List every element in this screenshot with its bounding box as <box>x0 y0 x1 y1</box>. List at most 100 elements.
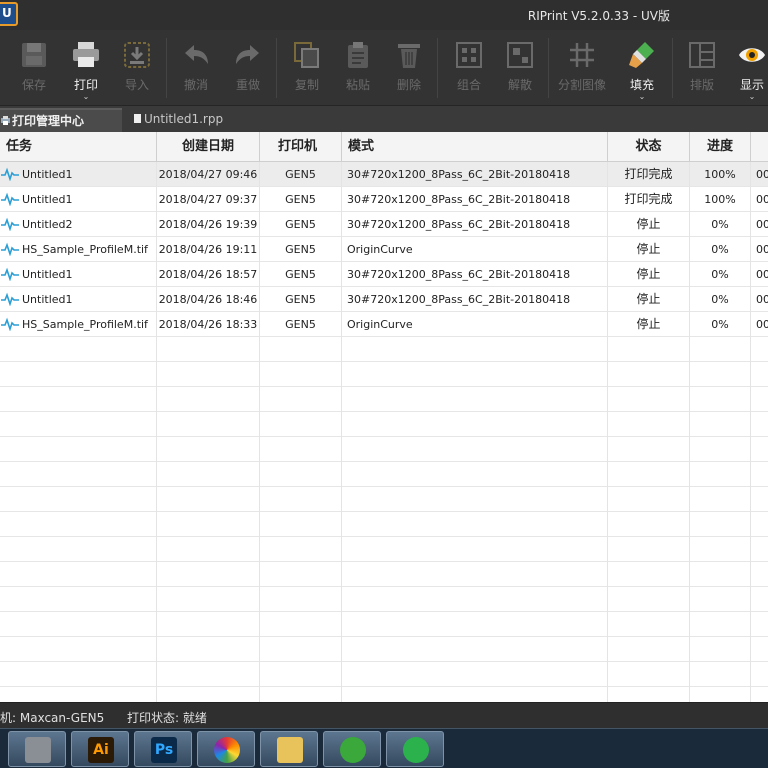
table-row[interactable]: Untitled2 2018/04/26 19:39 GEN5 30#720x1200… <box>0 212 768 237</box>
empty-row <box>0 562 768 587</box>
mode-cell <box>342 487 608 512</box>
waveform-icon <box>1 317 19 331</box>
copy-button[interactable]: 复制 <box>281 36 333 102</box>
table-row[interactable]: HS_Sample_ProfileM.tif 2018/04/26 18:33 GE… <box>0 312 768 337</box>
ungroup-button[interactable]: 解散 <box>494 36 546 102</box>
status-cell: 停止 <box>608 287 690 312</box>
table-row[interactable]: Untitled1 2018/04/26 18:46 GEN5 30#720x1200… <box>0 287 768 312</box>
progress-cell <box>690 687 751 702</box>
empty-row <box>0 612 768 637</box>
taskbar-illustrator-button[interactable]: Ai <box>71 731 129 767</box>
paste-button[interactable]: 粘贴 <box>332 36 384 102</box>
empty-row <box>0 362 768 387</box>
printer-cell <box>260 537 342 562</box>
date-cell <box>157 512 260 537</box>
status-cell <box>608 562 690 587</box>
display-button[interactable]: 显示 ⌄ <box>726 36 768 102</box>
redo-button[interactable]: 重做 <box>222 36 274 102</box>
waveform-icon <box>1 192 19 206</box>
mode-cell <box>342 337 608 362</box>
status-cell <box>608 687 690 702</box>
extra-cell <box>751 687 768 702</box>
import-button[interactable]: 导入 <box>111 36 163 102</box>
printer-cell <box>260 462 342 487</box>
status-cell <box>608 462 690 487</box>
status-cell: 停止 <box>608 312 690 337</box>
extra-cell <box>751 387 768 412</box>
toolbar-separator <box>437 38 438 98</box>
redo-icon <box>236 45 259 64</box>
table-row[interactable]: Untitled1 2018/04/26 18:57 GEN5 30#720x1200… <box>0 262 768 287</box>
task-name: Untitled1 <box>22 193 73 206</box>
table-row[interactable]: Untitled1 2018/04/27 09:46 GEN5 30#720x1200… <box>0 162 768 187</box>
printer-cell: GEN5 <box>260 237 342 262</box>
group-button[interactable]: 组合 <box>443 36 495 102</box>
taskbar-browser-button[interactable] <box>323 731 381 767</box>
extra-cell <box>751 412 768 437</box>
tab-print-manager[interactable]: 打印管理中心 <box>0 108 122 132</box>
delete-button[interactable]: 删除 <box>383 36 435 102</box>
progress-cell <box>690 362 751 387</box>
printer-cell: GEN5 <box>260 187 342 212</box>
status-bar: 机: Maxcan-GEN5 打印状态: 就绪 <box>0 702 768 728</box>
fill-button[interactable]: 填充 ⌄ <box>616 36 668 102</box>
print-button[interactable]: 打印 ⌄ <box>60 36 112 102</box>
taskbar-printer-app-button[interactable] <box>8 731 66 767</box>
status-cell <box>608 337 690 362</box>
taskbar-photoshop-button[interactable]: Ps <box>134 731 192 767</box>
empty-row <box>0 512 768 537</box>
browser-icon <box>340 737 366 763</box>
mode-cell: 30#720x1200_8Pass_6C_2Bit-20180418 <box>342 212 608 237</box>
extra-cell <box>751 487 768 512</box>
extra-cell <box>751 537 768 562</box>
display-dropdown-caret[interactable]: ⌄ <box>726 93 768 101</box>
progress-cell <box>690 337 751 362</box>
table-row[interactable]: HS_Sample_ProfileM.tif 2018/04/26 19:11 GE… <box>0 237 768 262</box>
taskbar-color-wheel-button[interactable] <box>197 731 255 767</box>
task-cell: Untitled1 <box>0 262 157 287</box>
status-cell: 打印完成 <box>608 162 690 187</box>
status-cell <box>608 537 690 562</box>
save-button[interactable]: 保存 <box>8 36 60 102</box>
toolbar-separator <box>166 38 167 98</box>
date-cell: 2018/04/26 19:39 <box>157 212 260 237</box>
column-header-date[interactable]: 创建日期 <box>157 132 260 162</box>
date-cell: 2018/04/26 18:33 <box>157 312 260 337</box>
mode-cell: 30#720x1200_8Pass_6C_2Bit-20180418 <box>342 162 608 187</box>
print-dropdown-caret[interactable]: ⌄ <box>60 93 112 101</box>
progress-cell <box>690 537 751 562</box>
column-header-task[interactable]: 任务 <box>0 132 157 162</box>
print-label: 打印 <box>73 78 98 92</box>
waveform-icon <box>1 267 19 281</box>
printer-icon <box>73 42 99 67</box>
copy-label: 复制 <box>294 78 319 92</box>
column-header-progress[interactable]: 进度 <box>690 132 751 162</box>
document-tabs: 打印管理中心 Untitled1.rpp <box>0 106 768 132</box>
mode-cell <box>342 687 608 702</box>
printer-cell: GEN5 <box>260 287 342 312</box>
color-wheel-icon <box>214 737 240 763</box>
column-header-mode[interactable]: 模式 <box>342 132 608 162</box>
mode-cell <box>342 637 608 662</box>
date-cell <box>157 487 260 512</box>
status-cell: 停止 <box>608 212 690 237</box>
task-cell: Untitled2 <box>0 212 157 237</box>
undo-button[interactable]: 撤消 <box>170 36 222 102</box>
column-header-printer[interactable]: 打印机 <box>260 132 342 162</box>
fill-dropdown-caret[interactable]: ⌄ <box>616 93 668 101</box>
split-image-button[interactable]: 分割图像 <box>556 36 608 102</box>
table-row[interactable]: Untitled1 2018/04/27 09:37 GEN5 30#720x1200… <box>0 187 768 212</box>
column-header-status[interactable]: 状态 <box>608 132 690 162</box>
save-icon <box>22 43 46 67</box>
tab-untitled1[interactable]: Untitled1.rpp <box>128 108 238 132</box>
taskbar-file-explorer-button[interactable] <box>260 731 318 767</box>
date-cell <box>157 612 260 637</box>
mode-cell: OriginCurve <box>342 237 608 262</box>
layout-button[interactable]: 排版 <box>676 36 728 102</box>
task-cell <box>0 462 157 487</box>
task-cell <box>0 562 157 587</box>
column-header-extra[interactable] <box>751 132 768 162</box>
taskbar-wechat-button[interactable] <box>386 731 444 767</box>
progress-cell: 100% <box>690 162 751 187</box>
app-menu-button[interactable]: U <box>0 2 18 26</box>
